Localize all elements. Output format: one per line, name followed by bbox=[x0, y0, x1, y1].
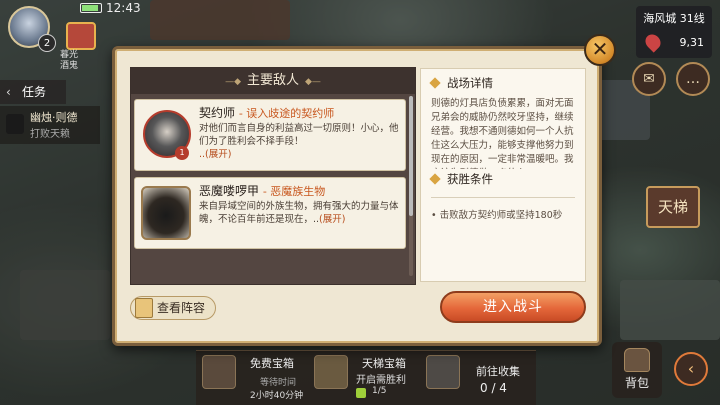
enemy-description: 来自异域空间的外族生物，拥有强大的力量与体魄，不论百年前还是现在，..(展开) bbox=[199, 200, 399, 226]
win-condition-text: 击败敌方契约师或坚持180秒 bbox=[439, 210, 563, 221]
scroll-thumb[interactable] bbox=[409, 96, 413, 216]
collect-progress: 0 / 4 bbox=[480, 381, 507, 395]
enemy-name: 恶魔喽啰甲 bbox=[199, 184, 260, 198]
ladder-chest-label: 天梯宝箱 bbox=[362, 357, 406, 370]
battery-icon bbox=[80, 3, 102, 13]
city-name: 海风城 31线 bbox=[643, 12, 705, 25]
divider bbox=[431, 197, 575, 198]
enemy-card[interactable]: 恶魔喽啰甲 - 恶魔族生物 来自异域空间的外族生物，拥有强大的力量与体魄，不论百… bbox=[134, 177, 406, 249]
win-condition: • 击败敌方契约师或坚持180秒 bbox=[431, 210, 563, 221]
enemy-desc-text: 来自异域空间的外族生物，拥有强大的力量与体魄，不论百年前还是现在，.. bbox=[199, 201, 399, 225]
enemy-portrait bbox=[141, 186, 191, 240]
free-chest-wait-label: 等待时间 bbox=[260, 378, 297, 388]
details-title-label: 战场详情 bbox=[447, 76, 493, 90]
ladder-progress: 1/5 bbox=[372, 386, 387, 396]
view-lineup-button[interactable]: 查看阵容 bbox=[130, 296, 216, 320]
free-chest-label: 免费宝箱 bbox=[250, 357, 294, 370]
enemy-tag: - 误入歧途的契约师 bbox=[238, 107, 335, 120]
free-chest-icon[interactable] bbox=[202, 355, 236, 389]
clock: 12:43 bbox=[106, 1, 141, 15]
ladder-button[interactable]: 天梯 bbox=[646, 186, 700, 228]
check-icon bbox=[356, 388, 366, 398]
quest-subtitle: 打败天赖 bbox=[30, 129, 70, 140]
diamond-icon bbox=[429, 173, 441, 185]
enemy-name-line: 契约师 - 误入歧途的契约师 bbox=[199, 104, 334, 121]
backpack-icon bbox=[624, 348, 650, 372]
details-text: 则德的灯具店负债累累，面对无面兄弟会的威胁仍然咬牙坚持，继续经营。我想不通则德如… bbox=[431, 98, 574, 169]
quest-icon bbox=[6, 114, 24, 134]
enemies-scrollbar[interactable] bbox=[409, 96, 413, 276]
chevron-left-icon[interactable]: ‹ bbox=[674, 352, 708, 386]
ladder-chest-sub: 开启需胜利 bbox=[356, 375, 406, 386]
conditions-title-label: 获胜条件 bbox=[447, 172, 493, 186]
close-button[interactable]: ✕ bbox=[584, 34, 616, 66]
bag-label: 背包 bbox=[624, 376, 649, 390]
enemy-count-badge: 1 bbox=[175, 146, 189, 160]
tavern-label: 暮光 酒鬼 bbox=[60, 50, 79, 71]
view-lineup-label: 查看阵容 bbox=[157, 301, 206, 315]
quest-item[interactable]: 幽烛·则德 打败天赖 bbox=[0, 106, 100, 144]
enemies-header-label: 主要敌人 bbox=[246, 73, 299, 88]
enter-battle-button[interactable]: 进入战斗 bbox=[440, 291, 586, 323]
collect-chest-icon[interactable] bbox=[426, 355, 460, 389]
quest-tab-label: 任务 bbox=[22, 85, 47, 99]
enemy-description: 对他们而言自身的利益高过一切原则！小心，他们为了胜利会不择手段！ ..(展开) bbox=[199, 122, 399, 161]
conditions-title: 获胜条件 bbox=[429, 171, 493, 187]
enemies-header: —◆ 主要敌人 ◆— bbox=[131, 68, 415, 94]
expand-link[interactable]: (展开) bbox=[319, 214, 345, 225]
expand-link[interactable]: ..(展开) bbox=[199, 149, 231, 160]
enemy-card[interactable]: 1 契约师 - 误入歧途的契约师 对他们而言自身的利益高过一切原则！小心，他们为… bbox=[134, 99, 406, 171]
details-title: 战场详情 bbox=[429, 75, 493, 91]
quest-tab[interactable]: ‹ 任务 bbox=[0, 80, 66, 104]
ladder-chest-icon[interactable] bbox=[314, 355, 348, 389]
enemy-name: 契约师 bbox=[199, 106, 236, 120]
enemy-name-line: 恶魔喽啰甲 - 恶魔族生物 bbox=[199, 182, 325, 199]
map-pin-icon bbox=[642, 31, 664, 53]
chat-icon[interactable]: … bbox=[676, 62, 710, 96]
coordinates: 9,31 bbox=[679, 36, 705, 49]
city-indicator[interactable]: 海风城 31线 9,31 bbox=[636, 6, 712, 58]
scroll-icon bbox=[135, 298, 153, 318]
diamond-icon bbox=[429, 77, 441, 89]
mail-icon[interactable]: ✉ bbox=[632, 62, 666, 96]
ornament-icon: ◆— bbox=[305, 77, 321, 87]
battle-details-panel: 战场详情 则德的灯具店负债累累，面对无面兄弟会的威胁仍然咬牙坚持，继续经营。我想… bbox=[420, 68, 586, 282]
quest-title: 幽烛·则德 bbox=[30, 111, 78, 124]
free-chest-timer: 2小时40分钟 bbox=[250, 391, 304, 401]
gift-icon[interactable] bbox=[66, 22, 96, 50]
enemy-desc-text: 对他们而言自身的利益高过一切原则！小心，他们为了胜利会不择手段！ bbox=[199, 123, 399, 147]
ornament-icon: —◆ bbox=[225, 77, 241, 87]
collect-label: 前往收集 bbox=[476, 365, 520, 378]
avatar-level-badge: 2 bbox=[38, 34, 56, 52]
bag-button[interactable]: 背包 bbox=[612, 342, 662, 398]
bottom-bar: 免费宝箱 等待时间 2小时40分钟 天梯宝箱 开启需胜利 1/5 前往收集 0 … bbox=[196, 350, 536, 405]
enemy-tag: - 恶魔族生物 bbox=[262, 185, 326, 198]
chevron-left-icon: ‹ bbox=[6, 85, 11, 99]
